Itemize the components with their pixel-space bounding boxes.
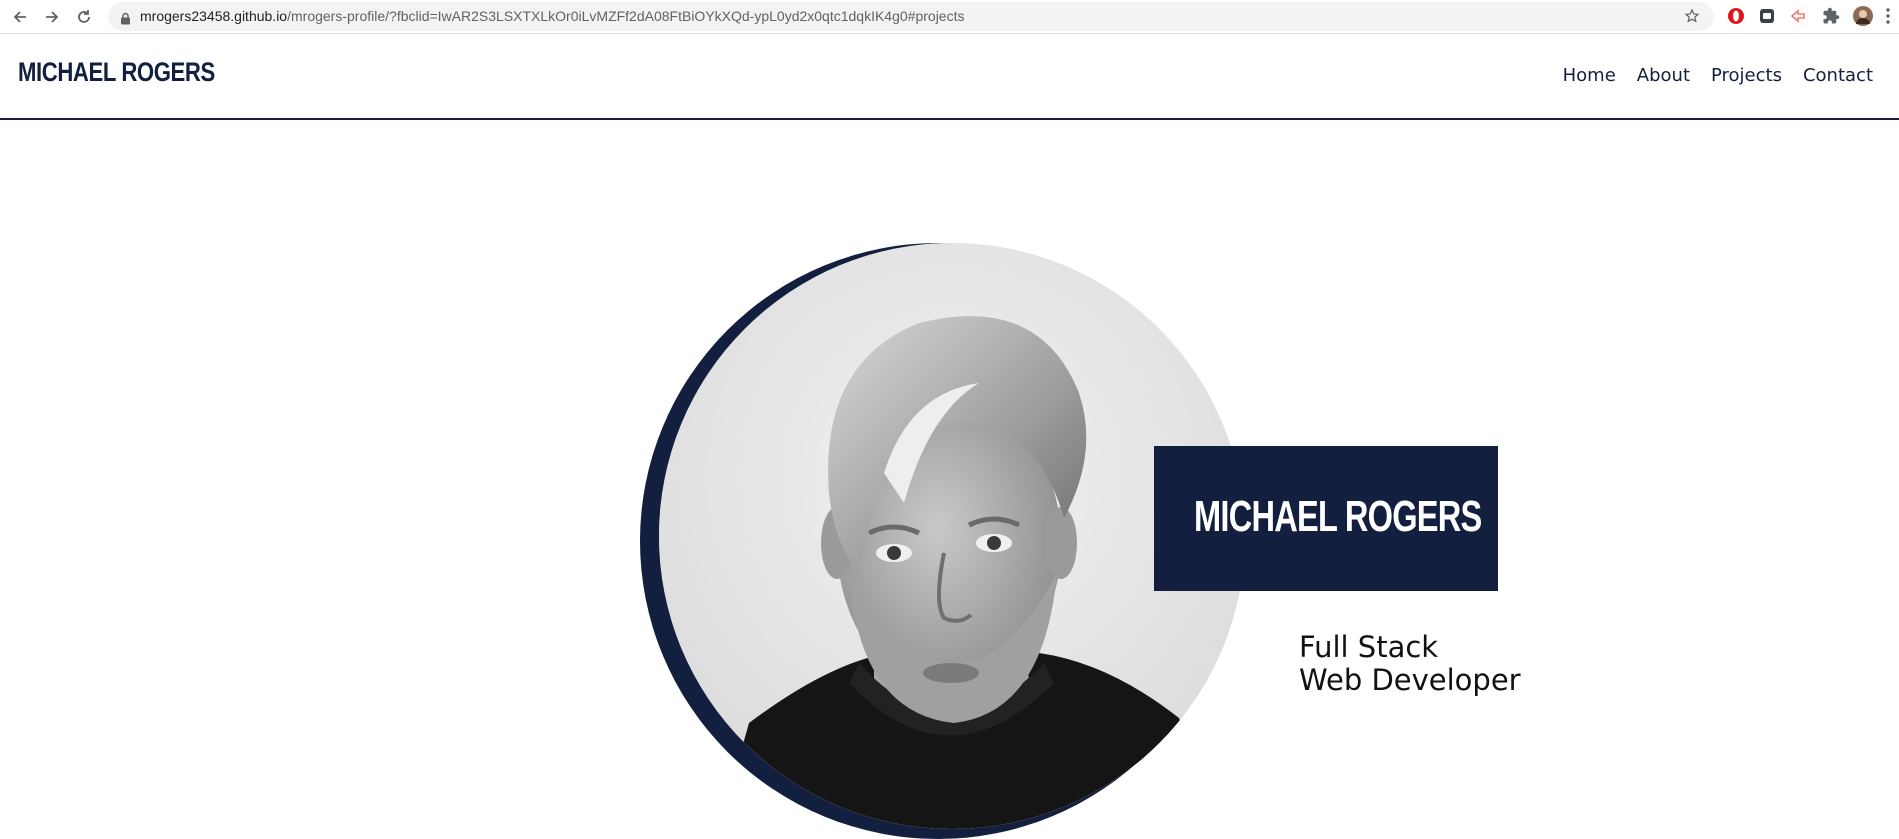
extension-icon[interactable] [1757, 6, 1777, 26]
reload-icon[interactable] [72, 5, 96, 29]
name-banner: MICHAEL ROGERS [1154, 446, 1498, 591]
url-text: mrogers23458.github.io/mrogers-profile/?… [140, 8, 964, 24]
site-logo[interactable]: MICHAEL ROGERS [18, 57, 215, 88]
tagline-line1: Full Stack [1299, 630, 1439, 664]
nav-projects[interactable]: Projects [1711, 65, 1782, 86]
cast-icon[interactable] [1788, 6, 1808, 26]
forward-icon[interactable] [40, 5, 64, 29]
nav-contact[interactable]: Contact [1803, 65, 1873, 86]
hero-tagline: Full Stack Web Developer [1299, 631, 1521, 697]
site-header: MICHAEL ROGERS Home About Projects Conta… [0, 35, 1899, 120]
star-icon[interactable] [1684, 8, 1700, 28]
tagline-line2: Web Developer [1299, 663, 1521, 697]
main-nav: Home About Projects Contact [1563, 65, 1873, 86]
address-bar[interactable]: mrogers23458.github.io/mrogers-profile/?… [108, 2, 1714, 31]
opera-icon[interactable] [1726, 6, 1746, 26]
back-icon[interactable] [8, 5, 32, 29]
menu-icon[interactable] [1882, 6, 1894, 26]
nav-home[interactable]: Home [1563, 65, 1616, 86]
nav-about[interactable]: About [1637, 65, 1690, 86]
puzzle-icon[interactable] [1821, 6, 1841, 26]
url-domain: mrogers23458.github.io [140, 8, 288, 24]
hero-name: MICHAEL ROGERS [1194, 492, 1482, 541]
url-path: /mrogers-profile/?fbclid=IwAR2S3LSXTXLkO… [287, 8, 965, 24]
browser-toolbar: mrogers23458.github.io/mrogers-profile/?… [0, 0, 1899, 34]
profile-avatar[interactable] [1853, 6, 1873, 26]
lock-icon[interactable] [120, 10, 131, 29]
